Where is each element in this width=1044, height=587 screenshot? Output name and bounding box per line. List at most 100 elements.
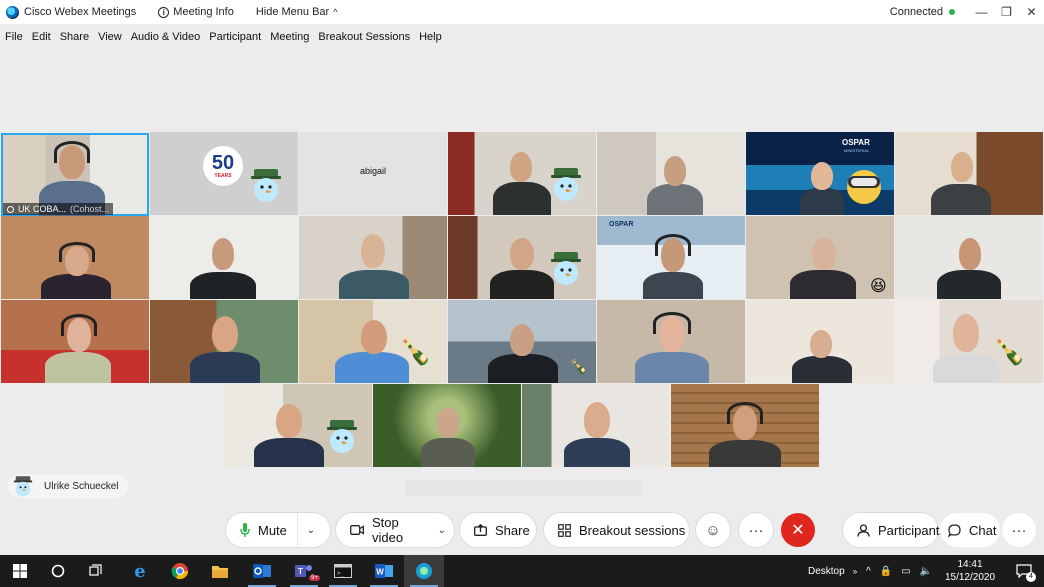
champagne-emoji-icon: 🍾: [399, 336, 432, 366]
menu-file[interactable]: File: [5, 31, 23, 43]
video-tile-participant-23[interactable]: [373, 384, 521, 467]
laughing-emoji-icon: 😆: [870, 278, 887, 295]
search-circle-icon[interactable]: [38, 555, 78, 587]
video-tile-abigail[interactable]: abigail: [299, 132, 447, 215]
chat-bubble-icon: [948, 523, 961, 537]
video-grid: UK COBA... (Cohost... 50 YEARS abigail O…: [0, 132, 1044, 468]
video-tile-participant-24[interactable]: [522, 384, 670, 467]
video-tile-participant-11[interactable]: [448, 216, 596, 299]
end-meeting-button[interactable]: ✕: [781, 513, 815, 547]
stop-video-label: Stop video: [372, 515, 404, 545]
hide-menu-bar-button[interactable]: Hide Menu Bar ^: [256, 6, 338, 18]
participant-body: [190, 272, 256, 299]
info-icon: i: [158, 6, 170, 18]
taskbar-clock[interactable]: 14:41 15/12/2020: [930, 558, 1010, 584]
meeting-info-button[interactable]: i Meeting Info: [158, 6, 234, 18]
headset-icon: [54, 141, 90, 163]
participant-body: [190, 352, 260, 383]
participant-body: [41, 274, 111, 299]
video-tile-participant-8[interactable]: [1, 216, 149, 299]
minimize-button[interactable]: —: [969, 5, 994, 19]
video-tile-participant-22[interactable]: [224, 384, 372, 467]
stop-video-button[interactable]: Stop video ⌄: [336, 513, 454, 547]
restore-button[interactable]: ❐: [994, 5, 1019, 19]
close-button[interactable]: ✕: [1019, 5, 1044, 19]
video-tile-participant-19[interactable]: [597, 300, 745, 383]
video-tile-participant-17[interactable]: 🍾: [299, 300, 447, 383]
mute-options-chevron-down-icon[interactable]: ⌄: [298, 525, 324, 536]
panel-more-options-button[interactable]: ···: [1002, 513, 1036, 547]
notification-center-icon[interactable]: 4: [1004, 555, 1044, 587]
mute-button[interactable]: Mute ⌄: [226, 513, 330, 547]
task-view-icon[interactable]: [76, 555, 116, 587]
tile-role: (Cohost...: [70, 204, 110, 214]
participant-body: [647, 184, 703, 215]
menu-meeting[interactable]: Meeting: [270, 31, 309, 43]
video-tile-participant-25[interactable]: [671, 384, 819, 467]
teams-icon[interactable]: T 9+: [284, 555, 324, 587]
participant-head: [664, 156, 686, 186]
video-tile-participant-18[interactable]: 🍾: [448, 300, 596, 383]
menu-bar: File Edit Share View Audio & Video Parti…: [0, 24, 1044, 50]
video-tile-participant-5[interactable]: [597, 132, 745, 215]
breakout-sessions-button[interactable]: Breakout sessions: [544, 513, 689, 547]
video-tile-ospar-ice-background[interactable]: OSPAR: [597, 216, 745, 299]
share-button[interactable]: Share: [460, 513, 536, 547]
floating-participant-name: Ulrike Schueckel: [44, 480, 119, 492]
participant-head: [510, 324, 534, 356]
video-tile-participant-20[interactable]: [746, 300, 894, 383]
video-tile-participant-9[interactable]: [150, 216, 298, 299]
mute-label: Mute: [258, 522, 287, 538]
logo-50-sub: YEARS: [214, 173, 232, 179]
more-options-button[interactable]: ···: [739, 513, 773, 547]
menu-view[interactable]: View: [98, 31, 122, 43]
participant-head: [510, 152, 532, 182]
connection-status: Connected: [889, 6, 943, 18]
webex-logo-icon: [6, 5, 19, 19]
floating-participant-pill[interactable]: Ulrike Schueckel: [8, 474, 129, 498]
menu-audio-video[interactable]: Audio & Video: [131, 31, 201, 43]
menu-breakout-sessions[interactable]: Breakout Sessions: [318, 31, 410, 43]
video-tile-participant-16[interactable]: [150, 300, 298, 383]
participant-body: [643, 272, 703, 299]
breakout-grid-icon: [558, 523, 571, 537]
notification-placeholder: [405, 480, 642, 496]
participants-button[interactable]: Participants: [843, 513, 946, 547]
participant-body: [635, 352, 709, 383]
headset-icon: [59, 242, 95, 262]
video-tile-participant-14[interactable]: [895, 216, 1043, 299]
participant-head: [812, 238, 836, 270]
menu-help[interactable]: Help: [419, 31, 442, 43]
edge-browser-icon[interactable]: e: [120, 555, 160, 587]
participant-head: [811, 162, 833, 190]
menu-share[interactable]: Share: [60, 31, 89, 43]
chat-button[interactable]: Chat: [940, 513, 1000, 547]
terminal-icon[interactable]: >_: [323, 555, 363, 587]
video-tile-participant-15[interactable]: [1, 300, 149, 383]
show-hidden-icons-chevron-up-icon[interactable]: ^: [866, 566, 871, 577]
battery-icon[interactable]: ▭: [901, 566, 910, 577]
windows-start-icon[interactable]: [0, 555, 40, 587]
outlook-icon[interactable]: [242, 555, 282, 587]
audio-connected-icon: [7, 205, 14, 213]
video-tile-participant-7[interactable]: [895, 132, 1043, 215]
word-icon[interactable]: W: [364, 555, 404, 587]
participant-body: [792, 356, 852, 383]
desktop-toolbar-label[interactable]: Desktop »: [808, 555, 857, 587]
video-tile-logo-50-years[interactable]: 50 YEARS: [150, 132, 298, 215]
menu-participant[interactable]: Participant: [209, 31, 261, 43]
webex-taskbar-icon[interactable]: [404, 555, 444, 587]
menu-edit[interactable]: Edit: [32, 31, 51, 43]
video-tile-ospar-background[interactable]: OSPAR MINISTERIAL: [746, 132, 894, 215]
video-tile-participant-10[interactable]: [299, 216, 447, 299]
chrome-browser-icon[interactable]: [160, 555, 200, 587]
video-tile-participant-13[interactable]: 😆: [746, 216, 894, 299]
video-tile-participant-4[interactable]: [448, 132, 596, 215]
participant-person-icon: [857, 523, 870, 537]
video-tile-active-speaker[interactable]: UK COBA... (Cohost...: [1, 133, 149, 216]
lock-icon[interactable]: 🔒: [880, 566, 892, 577]
file-explorer-icon[interactable]: [200, 555, 240, 587]
video-tile-participant-21[interactable]: 🍾: [895, 300, 1043, 383]
video-options-chevron-down-icon[interactable]: ⌄: [430, 525, 454, 536]
reactions-smiley-icon[interactable]: ☺: [696, 513, 730, 547]
